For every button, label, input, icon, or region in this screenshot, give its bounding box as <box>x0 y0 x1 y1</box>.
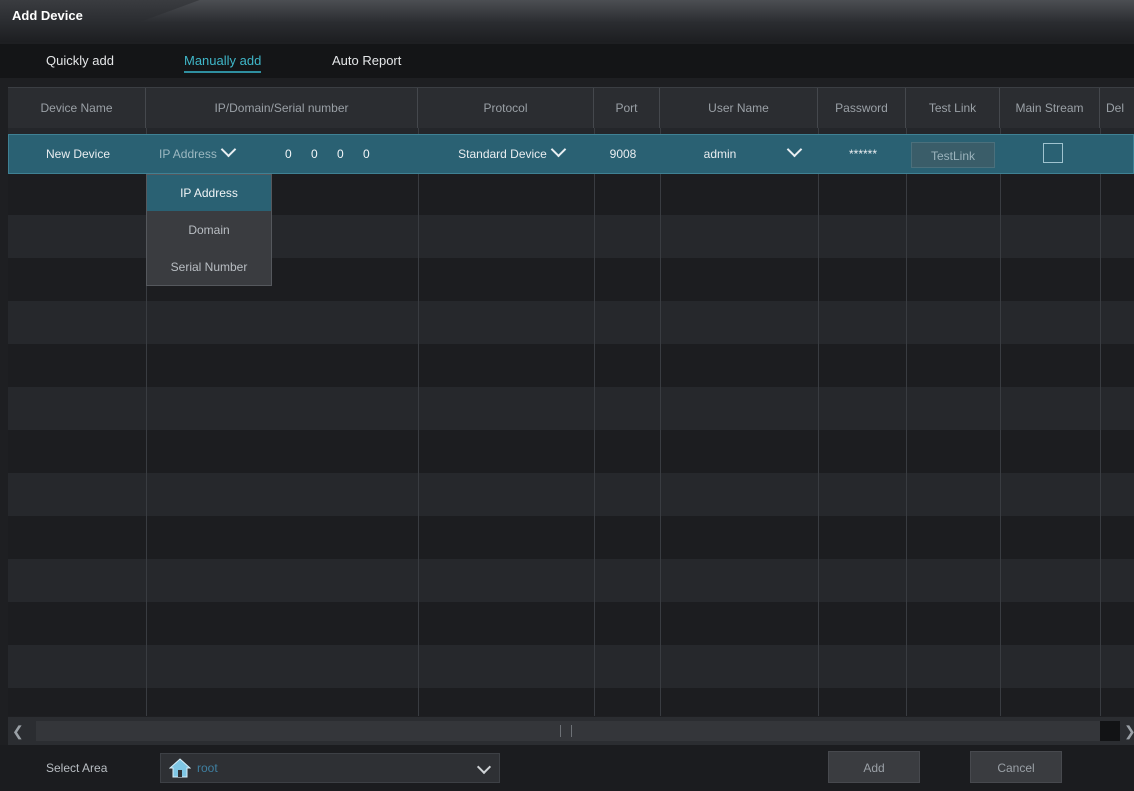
protocol-value: Standard Device <box>458 147 547 161</box>
column-header-password: Password <box>818 88 906 128</box>
selected-device-row[interactable]: New Device IP Address 0 0 0 0 Standard D… <box>8 134 1134 174</box>
column-divider <box>594 128 595 716</box>
table-row <box>8 387 1134 430</box>
user-name-input[interactable]: admin <box>679 135 761 173</box>
column-header-ip-domain: IP/Domain/Serial number <box>146 88 418 128</box>
column-header-test-link: Test Link <box>906 88 1000 128</box>
footer-bar: Select Area root Add Cancel <box>0 745 1134 791</box>
scroll-left-icon[interactable]: ❮ <box>12 723 24 740</box>
scroll-right-icon[interactable]: ❯ <box>1124 723 1134 740</box>
table-row <box>8 516 1134 559</box>
column-header-delete: Del <box>1106 101 1125 115</box>
dropdown-option-domain[interactable]: Domain <box>147 212 271 248</box>
port-input[interactable]: 9008 <box>595 135 651 173</box>
table-row <box>8 602 1134 645</box>
ip-octet-1[interactable]: 0 <box>285 135 292 173</box>
user-name-dropdown[interactable] <box>779 135 809 173</box>
chevron-down-icon <box>220 141 237 158</box>
tab-manually-add[interactable]: Manually add <box>184 53 262 73</box>
title-bar-decoration <box>140 0 1134 22</box>
main-stream-checkbox[interactable] <box>1043 143 1063 163</box>
column-header-device-name: Device Name <box>8 88 146 128</box>
horizontal-scrollbar[interactable]: ❮ ❯ <box>8 717 1134 745</box>
window-title: Add Device <box>12 8 83 23</box>
table-row <box>8 344 1134 387</box>
column-divider <box>418 128 419 716</box>
select-area-dropdown[interactable]: root <box>160 753 500 783</box>
address-type-dropdown: IP Address Domain Serial Number <box>146 174 272 286</box>
protocol-select[interactable]: Standard Device <box>427 135 595 173</box>
table-row <box>8 301 1134 344</box>
column-divider <box>1000 128 1001 716</box>
chevron-down-icon <box>476 759 492 775</box>
chevron-down-icon <box>786 141 802 158</box>
column-header-protocol: Protocol <box>418 88 594 128</box>
table-row <box>8 430 1134 473</box>
table-row <box>8 688 1134 716</box>
dropdown-option-ip-address[interactable]: IP Address <box>147 175 271 211</box>
table-row <box>8 645 1134 688</box>
scroll-thumb[interactable] <box>560 725 572 737</box>
ip-octet-2[interactable]: 0 <box>311 135 318 173</box>
column-header-user-name: User Name <box>660 88 818 128</box>
select-area-label: Select Area <box>46 761 108 775</box>
ip-octet-3[interactable]: 0 <box>337 135 344 173</box>
title-bar: Add Device <box>0 0 1134 42</box>
column-divider <box>818 128 819 716</box>
tab-bar: Quickly add Manually add Auto Report <box>0 44 1134 78</box>
column-divider <box>1100 128 1101 716</box>
ip-octet-4[interactable]: 0 <box>363 135 370 173</box>
device-name-field[interactable]: New Device <box>9 135 147 173</box>
password-input[interactable]: ****** <box>819 135 907 173</box>
column-header-port: Port <box>594 88 660 128</box>
tab-auto-report[interactable]: Auto Report <box>332 53 401 68</box>
scroll-right-handle[interactable] <box>1100 721 1120 741</box>
column-divider <box>660 128 661 716</box>
column-header-main-stream: Main Stream <box>1000 88 1100 128</box>
column-divider <box>906 128 907 716</box>
home-icon <box>169 758 191 778</box>
table-row <box>8 559 1134 602</box>
address-type-value: IP Address <box>159 147 217 161</box>
cancel-button[interactable]: Cancel <box>970 751 1062 783</box>
dropdown-option-serial-number[interactable]: Serial Number <box>147 249 271 285</box>
table-row <box>8 473 1134 516</box>
chevron-down-icon <box>550 141 567 158</box>
address-type-select[interactable]: IP Address <box>159 135 259 173</box>
table-header: Device Name IP/Domain/Serial number Prot… <box>8 87 1134 129</box>
tab-quickly-add[interactable]: Quickly add <box>46 53 114 68</box>
select-area-value: root <box>197 761 218 775</box>
add-button[interactable]: Add <box>828 751 920 783</box>
test-link-button[interactable]: TestLink <box>911 142 995 168</box>
